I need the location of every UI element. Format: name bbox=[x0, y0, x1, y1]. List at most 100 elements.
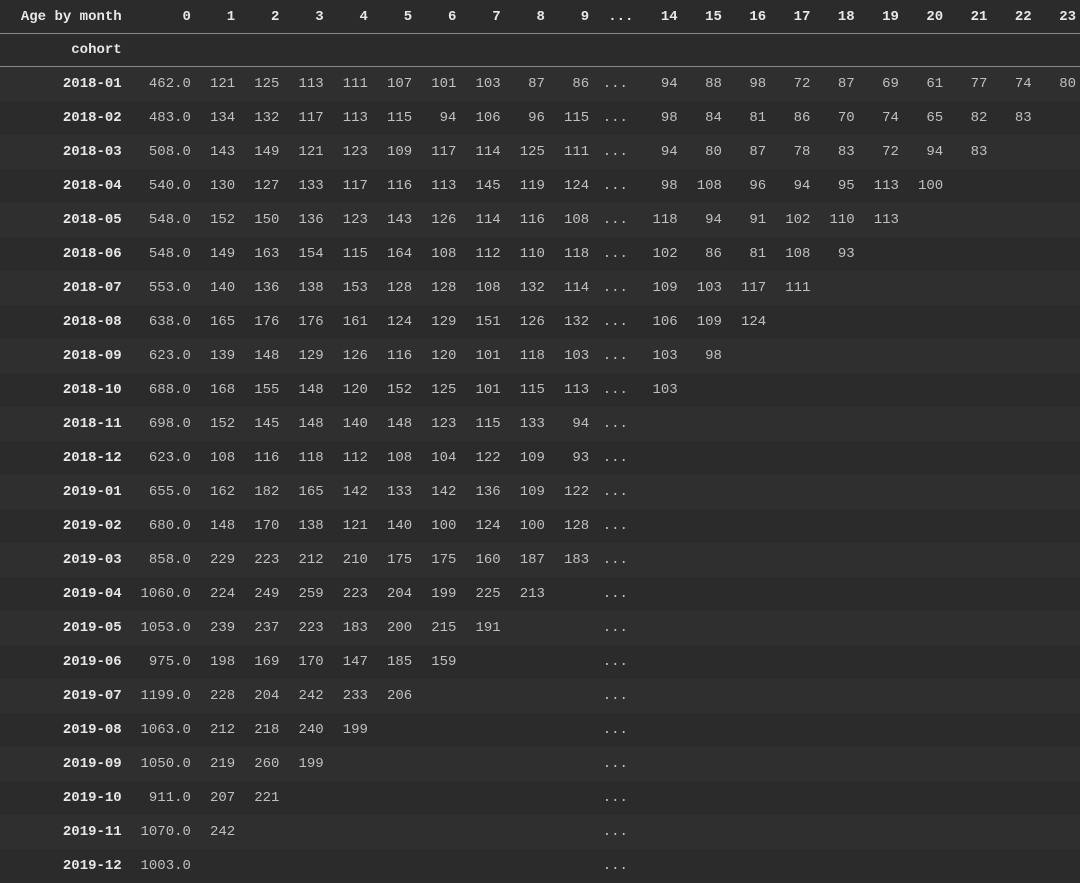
col-header: 1 bbox=[195, 0, 239, 34]
data-cell bbox=[947, 475, 991, 509]
data-cell bbox=[991, 509, 1035, 543]
data-cell: 165 bbox=[283, 475, 327, 509]
data-cell bbox=[903, 441, 947, 475]
data-cell: 240 bbox=[283, 713, 327, 747]
data-cell bbox=[682, 815, 726, 849]
row-ellipsis: ... bbox=[593, 849, 637, 883]
data-cell bbox=[770, 475, 814, 509]
table-row: 2018-09623.0139148129126116120101118103.… bbox=[0, 339, 1080, 373]
data-cell: 101 bbox=[460, 339, 504, 373]
data-cell bbox=[814, 577, 858, 611]
data-cell bbox=[770, 815, 814, 849]
data-cell: 204 bbox=[239, 679, 283, 713]
data-cell: 159 bbox=[416, 645, 460, 679]
table-row: 2019-081063.0212218240199... bbox=[0, 713, 1080, 747]
data-cell: 104 bbox=[416, 441, 460, 475]
data-cell: 123 bbox=[328, 203, 372, 237]
row-cohort: 2018-10 bbox=[0, 373, 132, 407]
data-cell bbox=[549, 577, 593, 611]
table-row: 2019-06975.0198169170147185159... bbox=[0, 645, 1080, 679]
data-cell: 125 bbox=[505, 135, 549, 169]
col-header: 16 bbox=[726, 0, 770, 34]
data-cell bbox=[814, 747, 858, 781]
data-cell bbox=[726, 611, 770, 645]
data-cell: 109 bbox=[682, 305, 726, 339]
col-header: 7 bbox=[460, 0, 504, 34]
data-cell: 113 bbox=[859, 203, 903, 237]
data-cell: 191 bbox=[460, 611, 504, 645]
data-cell bbox=[991, 849, 1035, 883]
data-cell bbox=[1036, 543, 1080, 577]
col-header: 8 bbox=[505, 0, 549, 34]
data-cell bbox=[814, 815, 858, 849]
data-cell bbox=[859, 271, 903, 305]
row-cohort: 2018-11 bbox=[0, 407, 132, 441]
data-cell bbox=[726, 645, 770, 679]
data-cell: 136 bbox=[239, 271, 283, 305]
data-cell: 215 bbox=[416, 611, 460, 645]
index-label-line1: Age by month bbox=[0, 0, 132, 34]
data-cell: 242 bbox=[195, 815, 239, 849]
data-cell bbox=[859, 237, 903, 271]
data-cell bbox=[637, 509, 681, 543]
data-cell: 110 bbox=[505, 237, 549, 271]
data-cell: 98 bbox=[726, 67, 770, 102]
data-cell bbox=[947, 543, 991, 577]
data-cell: 96 bbox=[726, 169, 770, 203]
data-cell: 109 bbox=[637, 271, 681, 305]
data-cell: 102 bbox=[770, 203, 814, 237]
table-row: 2018-11698.015214514814014812311513394..… bbox=[0, 407, 1080, 441]
data-cell bbox=[947, 271, 991, 305]
data-cell: 212 bbox=[283, 543, 327, 577]
row-ellipsis: ... bbox=[593, 577, 637, 611]
table-row: 2019-03858.0229223212210175175160187183.… bbox=[0, 543, 1080, 577]
col-header: 22 bbox=[991, 0, 1035, 34]
data-cell: 508.0 bbox=[132, 135, 195, 169]
data-cell bbox=[947, 577, 991, 611]
data-cell: 108 bbox=[416, 237, 460, 271]
data-cell: 148 bbox=[239, 339, 283, 373]
data-cell: 139 bbox=[195, 339, 239, 373]
data-cell: 170 bbox=[283, 645, 327, 679]
data-cell: 82 bbox=[947, 101, 991, 135]
row-ellipsis: ... bbox=[593, 441, 637, 475]
data-cell bbox=[1036, 339, 1080, 373]
data-cell: 126 bbox=[328, 339, 372, 373]
data-cell bbox=[903, 713, 947, 747]
data-cell: 218 bbox=[239, 713, 283, 747]
col-header: 19 bbox=[859, 0, 903, 34]
data-cell bbox=[903, 577, 947, 611]
data-cell bbox=[1036, 679, 1080, 713]
data-cell bbox=[283, 781, 327, 815]
data-cell bbox=[947, 305, 991, 339]
data-cell bbox=[505, 747, 549, 781]
data-cell: 74 bbox=[991, 67, 1035, 102]
data-cell bbox=[859, 441, 903, 475]
data-cell bbox=[770, 645, 814, 679]
data-cell bbox=[859, 679, 903, 713]
data-cell: 116 bbox=[239, 441, 283, 475]
data-cell: 145 bbox=[239, 407, 283, 441]
data-cell: 548.0 bbox=[132, 237, 195, 271]
data-cell bbox=[1036, 407, 1080, 441]
data-cell bbox=[505, 781, 549, 815]
data-cell bbox=[505, 679, 549, 713]
row-cohort: 2019-11 bbox=[0, 815, 132, 849]
data-cell bbox=[859, 305, 903, 339]
data-cell: 124 bbox=[372, 305, 416, 339]
row-cohort: 2019-06 bbox=[0, 645, 132, 679]
data-cell bbox=[859, 407, 903, 441]
data-cell: 128 bbox=[372, 271, 416, 305]
data-cell: 116 bbox=[372, 169, 416, 203]
data-cell bbox=[460, 781, 504, 815]
data-cell bbox=[637, 713, 681, 747]
data-cell bbox=[903, 407, 947, 441]
data-cell: 94 bbox=[416, 101, 460, 135]
table-row: 2019-02680.0148170138121140100124100128.… bbox=[0, 509, 1080, 543]
row-ellipsis: ... bbox=[593, 271, 637, 305]
data-cell: 98 bbox=[682, 339, 726, 373]
data-cell: 113 bbox=[859, 169, 903, 203]
data-cell: 72 bbox=[859, 135, 903, 169]
data-cell: 103 bbox=[682, 271, 726, 305]
data-cell: 77 bbox=[947, 67, 991, 102]
